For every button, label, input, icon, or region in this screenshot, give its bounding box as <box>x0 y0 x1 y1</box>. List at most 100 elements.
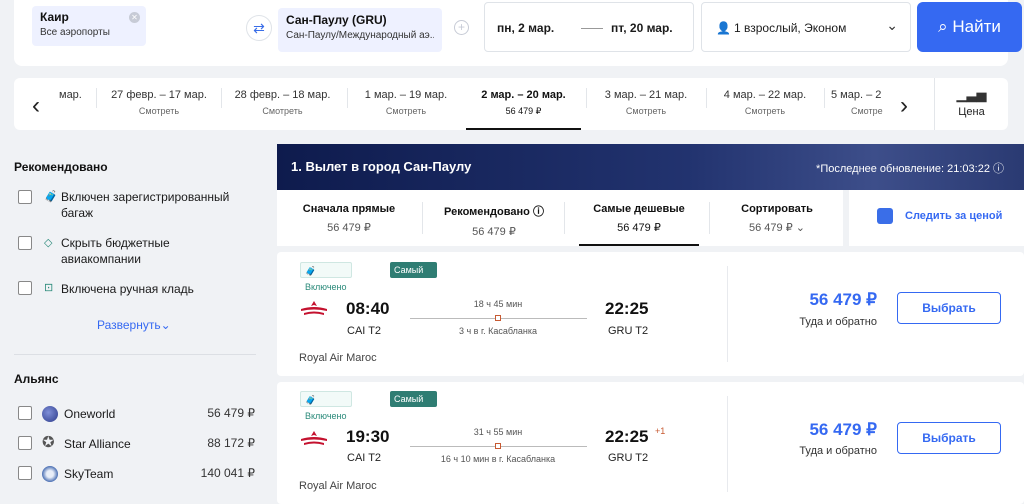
luggage-icon: 🧳 <box>44 191 58 203</box>
royal-air-maroc-logo-icon <box>301 431 327 445</box>
date-option[interactable]: 27 февр. – 17 мар. Смотреть <box>104 78 214 130</box>
clear-origin-icon[interactable]: ✕ <box>129 12 140 23</box>
sort-price-text: 56 479 ₽ <box>749 222 793 234</box>
date-option-range: 27 февр. – 17 мар. <box>111 89 207 101</box>
price-chart-toggle[interactable]: ▁▃▅ Цена <box>934 78 1008 130</box>
divider <box>221 88 222 108</box>
sort-label: Сначала прямые <box>302 203 396 215</box>
select-button[interactable]: Выбрать <box>897 422 1001 454</box>
flight-price: 56 479 ₽ <box>809 420 877 439</box>
destination-field[interactable]: Сан-Паулу (GRU) Сан-Паулу/Международный … <box>278 8 458 52</box>
departure-airport: CAI T2 <box>347 452 382 464</box>
chevron-down-icon: ⌄ <box>886 17 898 33</box>
flight-card[interactable]: 🧳 Включено Самый дешевый 19:30 CAI T2 31… <box>277 382 1024 504</box>
chevron-left-icon[interactable]: ‹ <box>32 92 40 120</box>
date-option-range: 3 мар. – 21 мар. <box>604 89 688 101</box>
oneworld-checkbox[interactable] <box>18 406 32 420</box>
divider <box>709 202 710 234</box>
included-badge-label: Включено <box>305 411 347 421</box>
filter-label: Включен зарегистрированный багаж <box>61 189 229 221</box>
destination-subtitle: Сан-Паулу/Международный аэ... <box>286 30 434 41</box>
cheapest-badge: Самый дешевый <box>390 262 437 291</box>
date-option-action: Смотреть <box>262 106 303 116</box>
track-price-button[interactable]: Следить за ценой <box>843 190 1024 246</box>
sort-direct-first[interactable]: Сначала прямые 56 479 ₽ <box>291 190 407 246</box>
flight-duration: 31 ч 55 мин <box>473 427 523 437</box>
date-option[interactable]: 28 февр. – 18 мар. Смотреть <box>225 78 340 130</box>
filter-label-line: Скрыть бюджетные <box>61 236 170 250</box>
chevron-right-icon[interactable]: › <box>900 92 908 120</box>
filter-label: Включена ручная кладь <box>61 282 194 296</box>
skyteam-checkbox[interactable] <box>18 466 32 480</box>
oneworld-logo-icon <box>42 406 58 422</box>
sort-label: Самые дешевые <box>593 203 685 215</box>
checked-bag-checkbox[interactable] <box>18 190 32 204</box>
results-panel: 1. Вылет в город Сан-Паулу *Последнее об… <box>277 144 1024 504</box>
divider <box>727 396 728 492</box>
date-option[interactable]: 4 мар. – 22 мар. Смотреть <box>711 78 819 130</box>
destination-city: Сан-Паулу (GRU) <box>286 13 387 27</box>
departure-date: пн, 2 мар. <box>497 21 555 35</box>
date-option-range: 4 мар. – 22 мар. <box>723 89 807 101</box>
departure-time: 19:30 <box>346 427 390 446</box>
price-note: Туда и обратно <box>799 316 877 328</box>
date-option[interactable]: 1 мар. – 19 мар. Смотреть <box>352 78 460 130</box>
arrival-time: 22:25 <box>605 299 649 318</box>
find-button[interactable]: ⌕ Найти <box>917 2 1022 52</box>
bag-icon: ⊡ <box>44 282 54 294</box>
star-alliance-checkbox[interactable] <box>18 436 32 450</box>
date-option-action: Смотре <box>851 106 883 116</box>
star-alliance-logo-icon: ✪ <box>42 434 55 451</box>
included-badge: 🧳 Включено <box>300 262 352 292</box>
alliance-name: Star Alliance <box>64 437 131 451</box>
sort-price: 56 479 ₽ <box>472 226 516 238</box>
info-icon[interactable]: ⓘ <box>993 163 1004 175</box>
date-option-range: 5 мар. – 2 <box>831 89 882 101</box>
date-option[interactable]: мар. <box>59 78 89 130</box>
search-icon: ⌕ <box>938 17 953 36</box>
filters-panel: Рекомендовано 🧳 Включен зарегистрированн… <box>14 150 259 504</box>
track-price-label: Следить за ценой <box>905 210 1003 222</box>
sort-label: Сортировать <box>741 203 813 215</box>
royal-air-maroc-logo-icon <box>301 301 327 315</box>
cheapest-badge: Самый дешевый <box>390 391 437 420</box>
hide-budget-checkbox[interactable] <box>18 236 32 250</box>
date-option[interactable]: 5 мар. – 2 Смотре <box>831 78 889 130</box>
filter-label-line: авиакомпании <box>61 252 141 266</box>
layover-marker <box>495 315 501 321</box>
expand-link[interactable]: Развернуть⌄ <box>97 318 171 332</box>
date-option-action: Смотреть <box>744 106 786 116</box>
filter-label-line: багаж <box>61 206 94 220</box>
sort-recommended[interactable]: Рекомендовано ⓘ 56 479 ₽ <box>435 190 553 246</box>
add-destination-icon[interactable]: + <box>454 20 469 35</box>
departure-time: 08:40 <box>346 299 390 318</box>
date-option-range: 28 февр. – 18 мар. <box>234 89 331 101</box>
date-option[interactable]: 3 мар. – 21 мар. Смотреть <box>591 78 701 130</box>
origin-subtitle: Все аэропорты <box>40 27 110 38</box>
dates-field[interactable]: пн, 2 мар. пт, 20 мар. <box>484 2 694 52</box>
passengers-field[interactable]: 👤 1 взрослый, Эконом ⌄ <box>701 2 911 52</box>
date-option-selected[interactable]: 2 мар. – 20 мар. 56 479 ₽ <box>466 78 581 130</box>
tag-icon: ◇ <box>44 237 53 249</box>
alliance-price: 56 479 ₽ <box>207 406 255 420</box>
bar-chart-icon: ▁▃▅ <box>956 87 987 102</box>
swap-icon[interactable]: ⇄ <box>246 15 272 41</box>
sort-cheapest[interactable]: Самые дешевые 56 479 ₽ <box>579 190 699 246</box>
alliance-price: 140 041 ₽ <box>200 466 255 480</box>
luggage-icon: 🧳 <box>305 266 317 276</box>
date-carousel: ‹ мар. 27 февр. – 17 мар. Смотреть 28 фе… <box>14 78 1008 130</box>
sort-price: 56 479 ₽ <box>327 222 371 234</box>
divider <box>586 88 587 108</box>
select-button[interactable]: Выбрать <box>897 292 1001 324</box>
sort-label: Рекомендовано ⓘ <box>435 203 553 219</box>
cabin-bag-checkbox[interactable] <box>18 281 32 295</box>
origin-field[interactable]: Каир Все аэропорты ✕ <box>32 6 146 46</box>
included-badge: 🧳 Включено <box>300 391 352 421</box>
sort-dropdown[interactable]: Сортировать 56 479 ₽ ⌄ <box>722 190 832 246</box>
airline-name: Royal Air Maroc <box>299 352 377 364</box>
flight-card[interactable]: 🧳 Включено Самый дешевый 08:40 CAI T2 18… <box>277 252 1024 376</box>
info-icon[interactable]: ⓘ <box>533 206 544 218</box>
date-option-range: 1 мар. – 19 мар. <box>364 89 448 101</box>
expand-label: Развернуть <box>97 318 161 332</box>
date-option-range: 2 мар. – 20 мар. <box>481 89 566 101</box>
